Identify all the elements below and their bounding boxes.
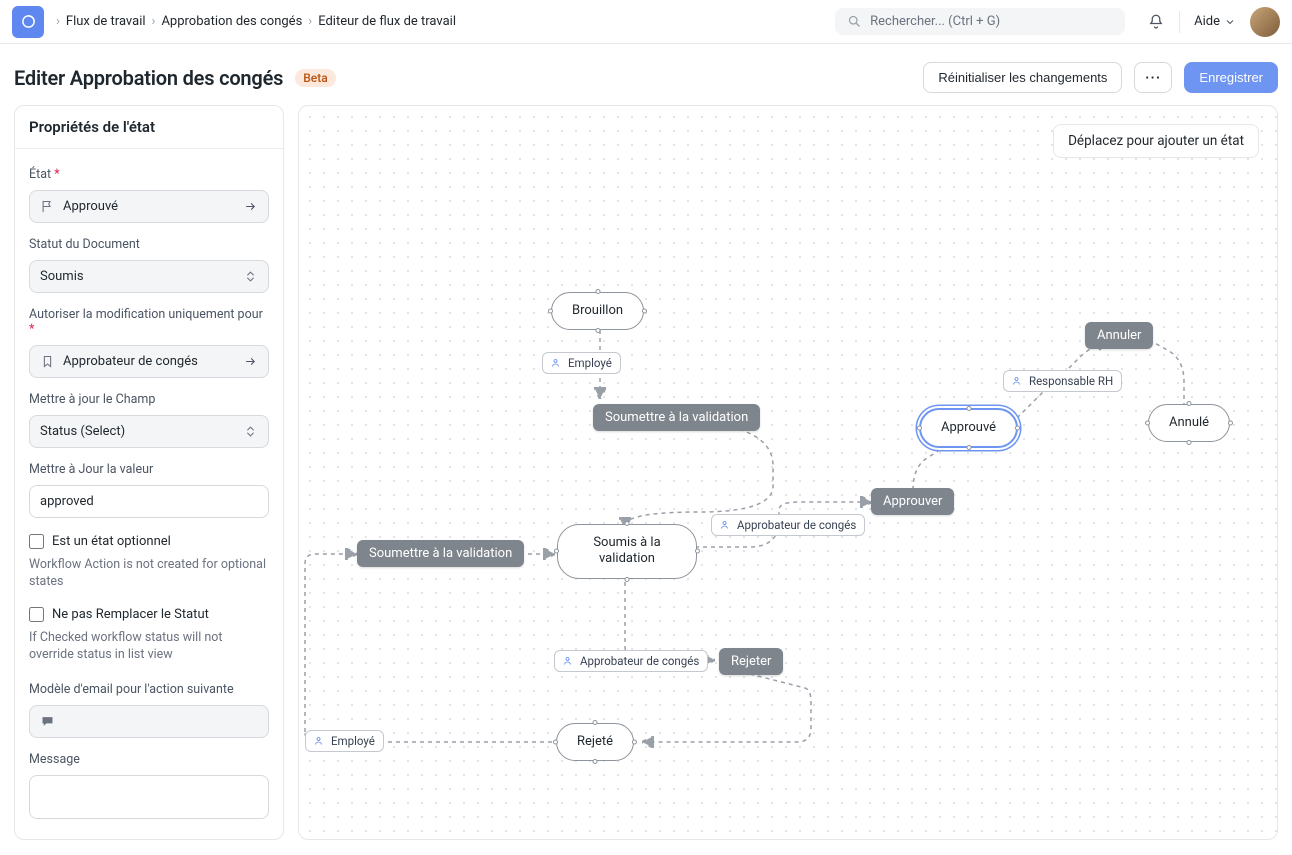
optional-state-label: Est un état optionnel bbox=[52, 534, 171, 549]
node-label: Rejeté bbox=[577, 734, 613, 749]
chevron-right-icon: › bbox=[152, 14, 156, 29]
state-field[interactable]: Approuvé bbox=[29, 190, 269, 223]
user-avatar[interactable] bbox=[1250, 7, 1280, 37]
node-label: Soumis à la validation bbox=[593, 535, 660, 566]
edit-allowed-value: Approbateur de congés bbox=[63, 354, 198, 369]
action-approve[interactable]: Approuver bbox=[871, 488, 954, 515]
search-placeholder: Rechercher... (Ctrl + G) bbox=[870, 14, 1000, 29]
role-label: Employé bbox=[568, 356, 612, 370]
arrow-right-icon bbox=[243, 354, 258, 369]
reset-button[interactable]: Réinitialiser les changements bbox=[923, 62, 1122, 93]
role-tag-leave-approver[interactable]: Approbateur de congés bbox=[711, 514, 865, 536]
action-submit-1[interactable]: Soumettre à la validation bbox=[593, 404, 760, 431]
select-icon bbox=[243, 424, 258, 439]
state-properties-panel: Propriétés de l'état État Approuvé Statu… bbox=[14, 105, 284, 840]
topbar: › Flux de travail › Approbation des cong… bbox=[0, 0, 1292, 44]
optional-state-hint: Workflow Action is not created for optio… bbox=[29, 557, 269, 591]
message-label: Message bbox=[29, 752, 269, 767]
message-icon bbox=[40, 714, 55, 729]
node-label: Annulé bbox=[1169, 415, 1209, 430]
select-icon bbox=[243, 269, 258, 284]
checkbox-input[interactable] bbox=[29, 607, 44, 622]
divider bbox=[1179, 11, 1180, 33]
bookmark-icon bbox=[40, 354, 55, 369]
email-template-field[interactable] bbox=[29, 705, 269, 738]
update-value: approved bbox=[40, 494, 94, 509]
role-tag-employee[interactable]: Employé bbox=[542, 352, 621, 374]
drag-to-add-state[interactable]: Déplacez pour ajouter un état bbox=[1053, 124, 1259, 158]
page-header: Editer Approbation des congés Beta Réini… bbox=[0, 44, 1292, 105]
docstatus-value: Soumis bbox=[40, 269, 84, 284]
help-menu[interactable]: Aide bbox=[1194, 14, 1236, 29]
users-icon bbox=[720, 519, 732, 531]
beta-badge: Beta bbox=[295, 69, 335, 87]
state-node-cancelled[interactable]: Annulé bbox=[1148, 404, 1230, 442]
node-label: Brouillon bbox=[572, 303, 623, 318]
state-value: Approuvé bbox=[63, 199, 118, 214]
docstatus-label: Statut du Document bbox=[29, 237, 269, 252]
chevron-down-icon bbox=[1224, 16, 1236, 28]
state-node-draft[interactable]: Brouillon bbox=[551, 292, 644, 330]
help-label: Aide bbox=[1194, 14, 1220, 29]
workflow-canvas[interactable]: Brouillon Soumis à la validation Approuv… bbox=[298, 105, 1278, 840]
role-tag-hr-manager[interactable]: Responsable RH bbox=[1003, 370, 1122, 392]
arrow-right-icon bbox=[243, 199, 258, 214]
update-field-select[interactable]: Status (Select) bbox=[29, 415, 269, 448]
update-value-input[interactable]: approved bbox=[29, 485, 269, 518]
role-label: Responsable RH bbox=[1029, 374, 1113, 388]
users-icon bbox=[1012, 375, 1024, 387]
role-tag-leave-approver-2[interactable]: Approbateur de congés bbox=[554, 650, 708, 672]
state-node-rejected[interactable]: Rejeté bbox=[556, 723, 634, 761]
role-label: Employé bbox=[331, 734, 375, 748]
workspace: Propriétés de l'état État Approuvé Statu… bbox=[0, 105, 1292, 854]
more-button[interactable]: ··· bbox=[1134, 62, 1172, 93]
global-search[interactable]: Rechercher... (Ctrl + G) bbox=[835, 8, 1125, 35]
users-icon bbox=[563, 655, 575, 667]
message-textarea[interactable] bbox=[29, 775, 269, 820]
action-reject[interactable]: Rejeter bbox=[719, 648, 783, 675]
users-icon bbox=[314, 735, 326, 747]
optional-state-checkbox[interactable]: Est un état optionnel bbox=[29, 534, 269, 549]
checkbox-input[interactable] bbox=[29, 534, 44, 549]
breadcrumb-item[interactable]: Editeur de flux de travail bbox=[318, 14, 456, 29]
bell-icon[interactable] bbox=[1147, 13, 1165, 31]
override-status-hint: If Checked workflow status will not over… bbox=[29, 630, 269, 664]
app-logo[interactable] bbox=[12, 6, 44, 38]
chevron-right-icon: › bbox=[56, 14, 60, 29]
docstatus-select[interactable]: Soumis bbox=[29, 260, 269, 293]
role-label: Approbateur de congés bbox=[580, 654, 699, 668]
email-template-label: Modèle d'email pour l'action suivante bbox=[29, 682, 269, 697]
state-field-label: État bbox=[29, 167, 269, 182]
page-title: Editer Approbation des congés bbox=[14, 66, 283, 90]
breadcrumb: › Flux de travail › Approbation des cong… bbox=[56, 14, 456, 29]
edges bbox=[299, 106, 1277, 839]
panel-title: Propriétés de l'état bbox=[15, 106, 283, 149]
override-status-checkbox[interactable]: Ne pas Remplacer le Statut bbox=[29, 607, 269, 622]
save-button[interactable]: Enregistrer bbox=[1184, 62, 1278, 93]
users-icon bbox=[551, 357, 563, 369]
edit-allowed-label: Autoriser la modification uniquement pou… bbox=[29, 307, 269, 337]
state-node-approved[interactable]: Approuvé bbox=[919, 408, 1018, 448]
search-icon bbox=[847, 14, 862, 29]
state-node-submitted[interactable]: Soumis à la validation bbox=[557, 524, 697, 579]
edit-allowed-field[interactable]: Approbateur de congés bbox=[29, 345, 269, 378]
action-submit-2[interactable]: Soumettre à la validation bbox=[357, 540, 524, 567]
role-tag-employee-2[interactable]: Employé bbox=[305, 730, 384, 752]
node-label: Approuvé bbox=[941, 420, 996, 435]
update-field-value: Status (Select) bbox=[40, 424, 125, 439]
breadcrumb-item[interactable]: Flux de travail bbox=[66, 14, 146, 29]
override-status-label: Ne pas Remplacer le Statut bbox=[52, 607, 209, 622]
role-label: Approbateur de congés bbox=[737, 518, 856, 532]
update-value-label: Mettre à Jour la valeur bbox=[29, 462, 269, 477]
chevron-right-icon: › bbox=[308, 14, 312, 29]
flag-icon bbox=[40, 199, 55, 214]
update-field-label: Mettre à jour le Champ bbox=[29, 392, 269, 407]
breadcrumb-item[interactable]: Approbation des congés bbox=[161, 14, 302, 29]
action-cancel[interactable]: Annuler bbox=[1085, 322, 1153, 349]
